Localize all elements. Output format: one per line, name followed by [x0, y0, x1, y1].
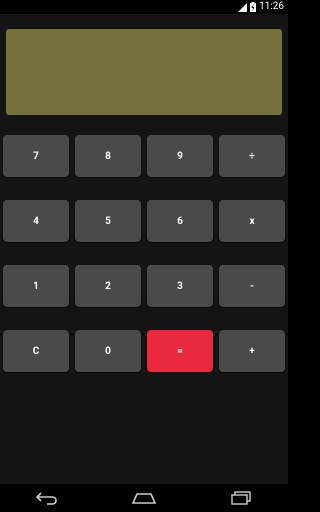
key-6[interactable]: 6 — [147, 200, 213, 242]
key-4[interactable]: 4 — [3, 200, 69, 242]
recents-button[interactable] — [226, 488, 256, 508]
calculator-app: 7 8 9 ÷ 4 5 6 x 1 2 3 - C 0 = + — [0, 14, 288, 484]
key-1[interactable]: 1 — [3, 265, 69, 307]
key-8[interactable]: 8 — [75, 135, 141, 177]
signal-icon — [238, 2, 248, 12]
key-3[interactable]: 3 — [147, 265, 213, 307]
key-0[interactable]: 0 — [75, 330, 141, 372]
back-icon — [35, 491, 59, 505]
key-divide[interactable]: ÷ — [219, 135, 285, 177]
key-5[interactable]: 5 — [75, 200, 141, 242]
home-button[interactable] — [129, 488, 159, 508]
key-equals[interactable]: = — [147, 330, 213, 372]
recents-icon — [230, 491, 252, 505]
calculator-screen: 11:26 7 8 9 ÷ 4 5 6 x 1 2 3 - C 0 = + — [0, 0, 288, 512]
key-9[interactable]: 9 — [147, 135, 213, 177]
battery-icon — [250, 2, 257, 12]
keypad: 7 8 9 ÷ 4 5 6 x 1 2 3 - C 0 = + — [0, 14, 288, 484]
key-7[interactable]: 7 — [3, 135, 69, 177]
status-icons: 11:26 — [238, 0, 284, 14]
back-button[interactable] — [32, 488, 62, 508]
home-icon — [131, 492, 157, 504]
status-time: 11:26 — [259, 1, 284, 12]
key-clear[interactable]: C — [3, 330, 69, 372]
key-add[interactable]: + — [219, 330, 285, 372]
status-bar: 11:26 — [0, 0, 288, 14]
key-subtract[interactable]: - — [219, 265, 285, 307]
navigation-bar — [0, 484, 288, 512]
key-multiply[interactable]: x — [219, 200, 285, 242]
key-2[interactable]: 2 — [75, 265, 141, 307]
